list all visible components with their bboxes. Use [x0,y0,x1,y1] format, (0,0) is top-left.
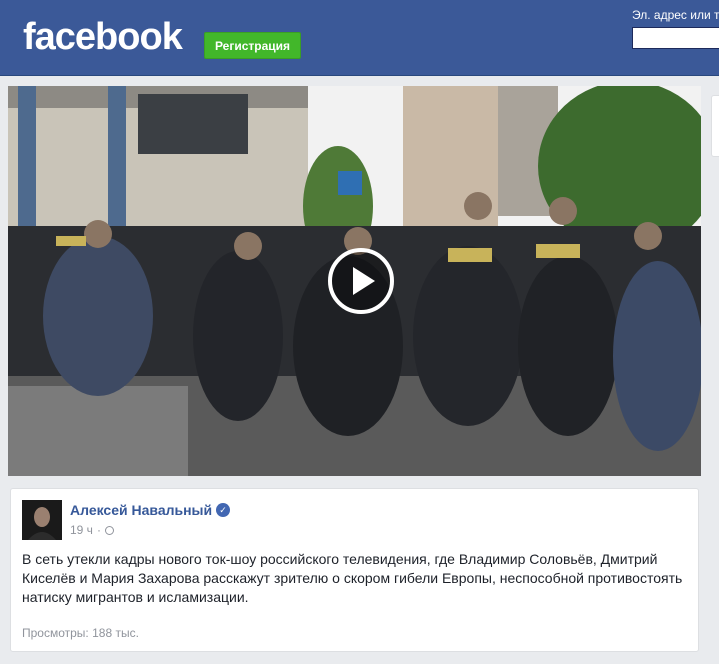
author-avatar[interactable] [22,500,62,540]
view-count: Просмотры: 188 тыс. [22,626,139,640]
register-button[interactable]: Регистрация [204,32,301,59]
play-icon [353,267,375,295]
login-email-label: Эл. адрес или т [632,8,719,22]
video-player[interactable] [8,86,701,476]
login-email-input[interactable] [632,27,719,49]
post-card: Алексей Навальный ✓ 19 ч · В сеть утекли… [10,488,699,652]
meta-separator: · [96,523,101,537]
top-navigation-bar: facebook Регистрация Эл. адрес или т [0,0,719,76]
verified-badge-icon: ✓ [216,503,230,517]
facebook-logo[interactable]: facebook [23,16,183,59]
post-text: В сеть утекли кадры нового ток-шоу росси… [22,551,683,605]
post-meta: 19 ч · [70,523,114,537]
play-button[interactable] [328,248,394,314]
author-name-link[interactable]: Алексей Навальный [70,502,212,518]
globe-icon[interactable] [104,525,114,535]
avatar-photo [22,500,62,540]
side-panel-card [711,95,719,157]
post-timestamp[interactable]: 19 ч [70,523,93,537]
